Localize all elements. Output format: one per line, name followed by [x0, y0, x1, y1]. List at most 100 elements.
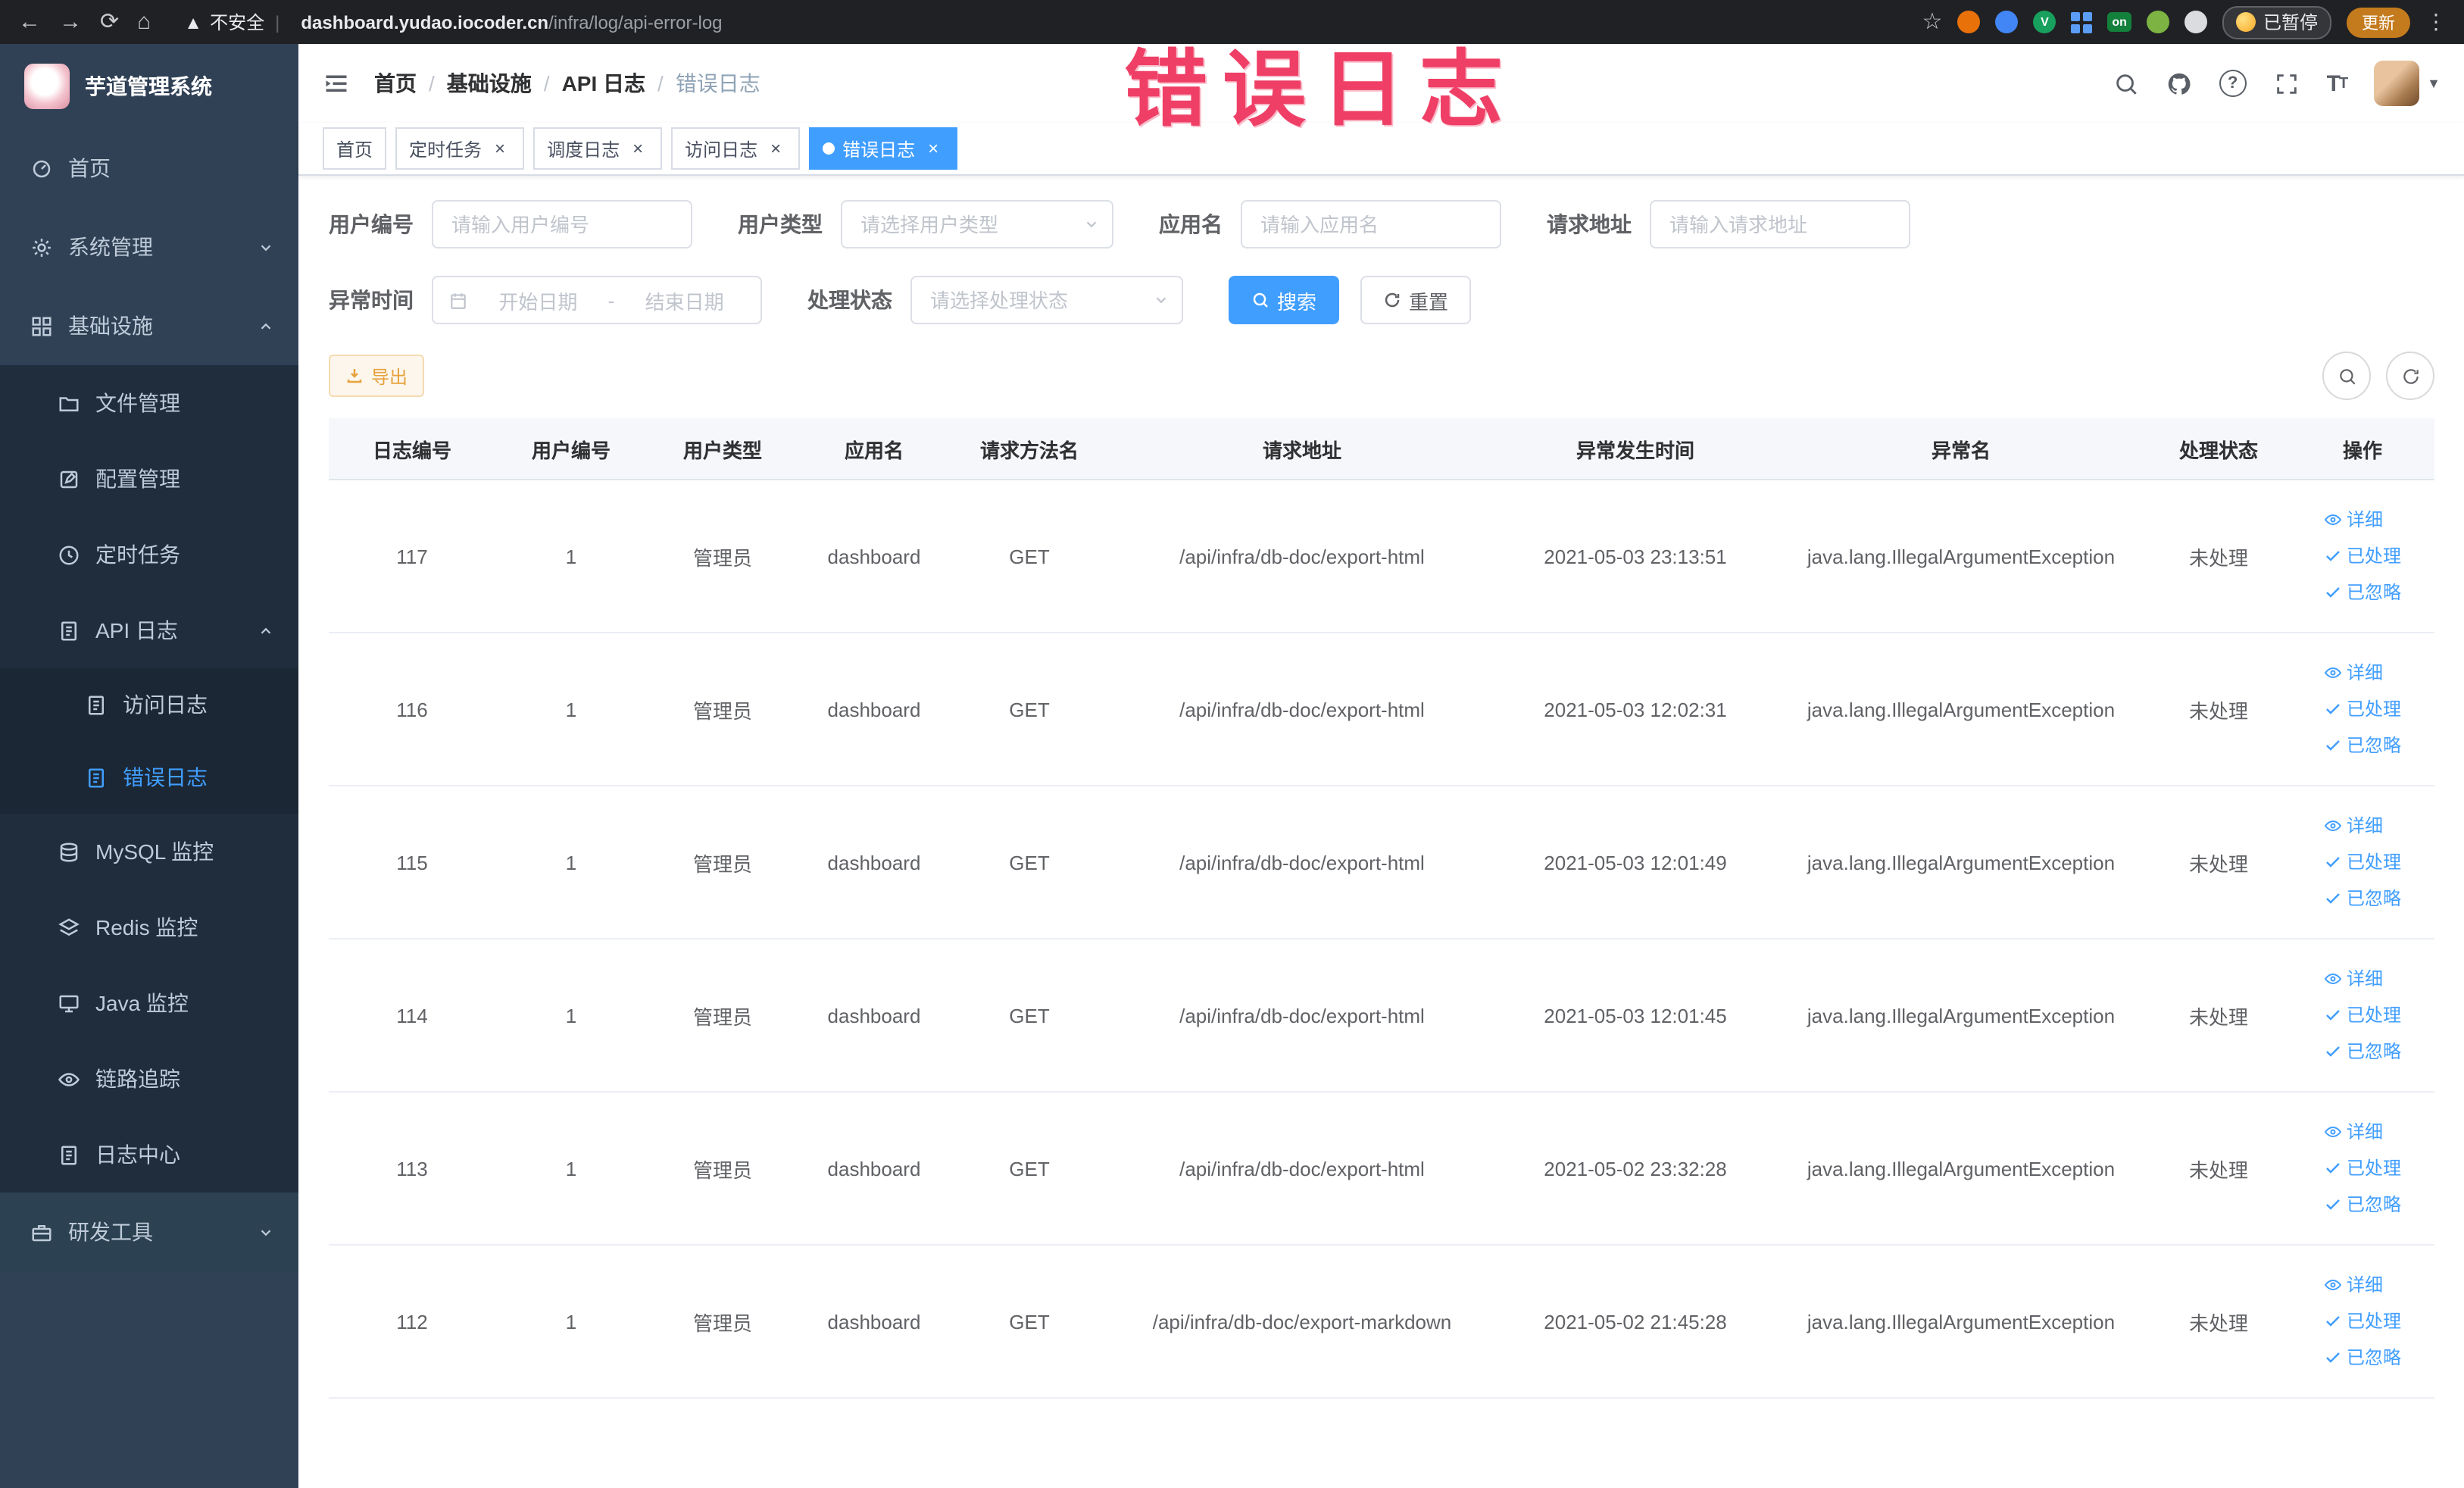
fullscreen-icon[interactable]	[2274, 70, 2300, 96]
cell-method: GET	[950, 786, 1109, 939]
browser-menu-icon[interactable]: ⋮	[2425, 9, 2447, 35]
extension-icon-paw[interactable]	[2184, 11, 2207, 33]
sidebar-item-config-manage[interactable]: 配置管理	[0, 441, 298, 517]
extension-icon-grid[interactable]	[2071, 11, 2093, 33]
app-brand[interactable]: 芋道管理系统	[0, 44, 298, 129]
action-ignored[interactable]: 已忽略	[2324, 576, 2401, 609]
action-ignored[interactable]: 已忽略	[2324, 1341, 2401, 1374]
date-range-picker[interactable]: 开始日期 - 结束日期	[432, 276, 762, 324]
table-row: 116 1 管理员 dashboard GET /api/infra/db-do…	[329, 633, 2434, 786]
action-processed[interactable]: 已处理	[2324, 1152, 2401, 1185]
action-detail[interactable]: 详细	[2324, 962, 2383, 996]
action-detail[interactable]: 详细	[2324, 809, 2383, 842]
action-processed[interactable]: 已处理	[2324, 539, 2401, 573]
tab-error-log[interactable]: 错误日志 ×	[809, 127, 958, 170]
action-processed[interactable]: 已处理	[2324, 846, 2401, 879]
browser-update-button[interactable]: 更新	[2347, 7, 2410, 37]
sidebar-item-home[interactable]: 首页	[0, 129, 298, 208]
action-detail[interactable]: 详细	[2324, 1115, 2383, 1149]
sidebar-item-dev-tools[interactable]: 研发工具	[0, 1193, 298, 1271]
action-processed[interactable]: 已处理	[2324, 1305, 2401, 1338]
export-button[interactable]: 导出	[329, 355, 425, 397]
user-menu[interactable]: ▼	[2374, 61, 2441, 106]
cell-request-url: /api/infra/db-doc/export-html	[1109, 786, 1495, 939]
font-size-icon[interactable]: TT	[2327, 70, 2349, 96]
breadcrumb-separator: /	[657, 71, 664, 95]
close-icon[interactable]: ×	[627, 138, 648, 159]
action-ignored[interactable]: 已忽略	[2324, 1188, 2401, 1221]
breadcrumb-item[interactable]: API 日志	[562, 68, 645, 98]
hamburger-icon[interactable]	[323, 70, 350, 97]
action-processed[interactable]: 已处理	[2324, 999, 2401, 1032]
sidebar-item-file-manage[interactable]: 文件管理	[0, 365, 298, 441]
breadcrumb-item[interactable]: 基础设施	[447, 68, 532, 98]
action-processed[interactable]: 已处理	[2324, 692, 2401, 726]
refresh-table-button[interactable]	[2386, 352, 2434, 400]
tab-dispatch-log[interactable]: 调度日志 ×	[533, 127, 663, 170]
request-url-input[interactable]	[1650, 200, 1910, 249]
user-id-input[interactable]	[432, 200, 692, 249]
tab-scheduled-tasks[interactable]: 定时任务 ×	[395, 127, 525, 170]
chevron-up-icon	[258, 317, 274, 334]
close-icon[interactable]: ×	[489, 138, 511, 159]
sidebar: 芋道管理系统 首页 系统管理 基础设施 文件管理 配置管理 定时任务 API 日…	[0, 44, 298, 1488]
sidebar-item-api-log[interactable]: API 日志	[0, 592, 298, 668]
search-icon[interactable]	[2113, 70, 2139, 96]
home-icon[interactable]: ⌂	[137, 11, 151, 33]
extension-icon-on-badge[interactable]: on	[2107, 12, 2131, 32]
sidebar-item-access-log[interactable]: 访问日志	[0, 668, 298, 741]
sidebar-item-java-monitor[interactable]: Java 监控	[0, 965, 298, 1041]
extension-icon-green-v[interactable]: V	[2033, 11, 2056, 33]
user-type-select[interactable]	[841, 200, 1113, 249]
action-detail[interactable]: 详细	[2324, 503, 2383, 536]
search-button[interactable]: 搜索	[1229, 276, 1340, 324]
sidebar-item-redis-monitor[interactable]: Redis 监控	[0, 889, 298, 965]
action-ignored[interactable]: 已忽略	[2324, 729, 2401, 762]
sidebar-item-mysql-monitor[interactable]: MySQL 监控	[0, 814, 298, 889]
action-ignored[interactable]: 已忽略	[2324, 882, 2401, 915]
refresh-icon[interactable]: ⟳	[100, 11, 119, 33]
cell-request-url: /api/infra/db-doc/export-markdown	[1109, 1245, 1495, 1399]
sidebar-item-system[interactable]: 系统管理	[0, 208, 298, 286]
forward-icon[interactable]: →	[59, 11, 82, 33]
extension-icon-blue-drop[interactable]	[1995, 11, 2019, 33]
site-security[interactable]: ▲ 不安全 |	[184, 9, 283, 35]
close-icon[interactable]: ×	[923, 138, 944, 159]
extension-icon-leaf[interactable]	[2146, 11, 2169, 33]
sidebar-item-infra[interactable]: 基础设施	[0, 286, 298, 365]
extension-icon-orange[interactable]	[1957, 11, 1981, 33]
cell-app-name: dashboard	[798, 633, 950, 786]
action-ignored[interactable]: 已忽略	[2324, 1035, 2401, 1068]
tab-home[interactable]: 首页	[323, 127, 387, 170]
reset-button[interactable]: 重置	[1360, 276, 1472, 324]
layers-icon	[58, 916, 80, 939]
table-row: 113 1 管理员 dashboard GET /api/infra/db-do…	[329, 1092, 2434, 1246]
action-detail[interactable]: 详细	[2324, 1268, 2383, 1302]
eye-icon	[2324, 667, 2342, 679]
sidebar-item-scheduled-tasks[interactable]: 定时任务	[0, 517, 298, 592]
toggle-search-button[interactable]	[2322, 352, 2371, 400]
cell-log-id: 114	[329, 939, 495, 1093]
cell-log-id: 117	[329, 480, 495, 633]
cell-exception-time: 2021-05-02 23:32:28	[1495, 1092, 1775, 1246]
caret-down-icon: ▼	[2427, 76, 2441, 91]
bookmark-star-icon[interactable]: ☆	[1922, 11, 1943, 33]
back-icon[interactable]: ←	[18, 11, 41, 33]
close-icon[interactable]: ×	[765, 138, 786, 159]
sidebar-item-log-center[interactable]: 日志中心	[0, 1117, 298, 1193]
paused-badge[interactable]: 已暂停	[2222, 5, 2331, 39]
tab-access-log[interactable]: 访问日志 ×	[671, 127, 801, 170]
breadcrumb-item[interactable]: 首页	[374, 68, 417, 98]
status-select[interactable]	[910, 276, 1183, 324]
help-icon[interactable]: ?	[2219, 70, 2247, 97]
action-detail[interactable]: 详细	[2324, 656, 2383, 689]
sidebar-item-tracing[interactable]: 链路追踪	[0, 1041, 298, 1117]
sidebar-item-error-log[interactable]: 错误日志	[0, 741, 298, 814]
tab-label: 定时任务	[409, 139, 482, 160]
cell-request-url: /api/infra/db-doc/export-html	[1109, 633, 1495, 786]
action-label: 详细	[2346, 815, 2383, 836]
app-name-input[interactable]	[1241, 200, 1501, 249]
address-bar[interactable]: dashboard.yudao.iocoder.cn/infra/log/api…	[301, 11, 722, 33]
github-icon[interactable]	[2166, 70, 2192, 96]
cell-actions: 详细 已处理 已忽略	[2291, 1092, 2434, 1246]
